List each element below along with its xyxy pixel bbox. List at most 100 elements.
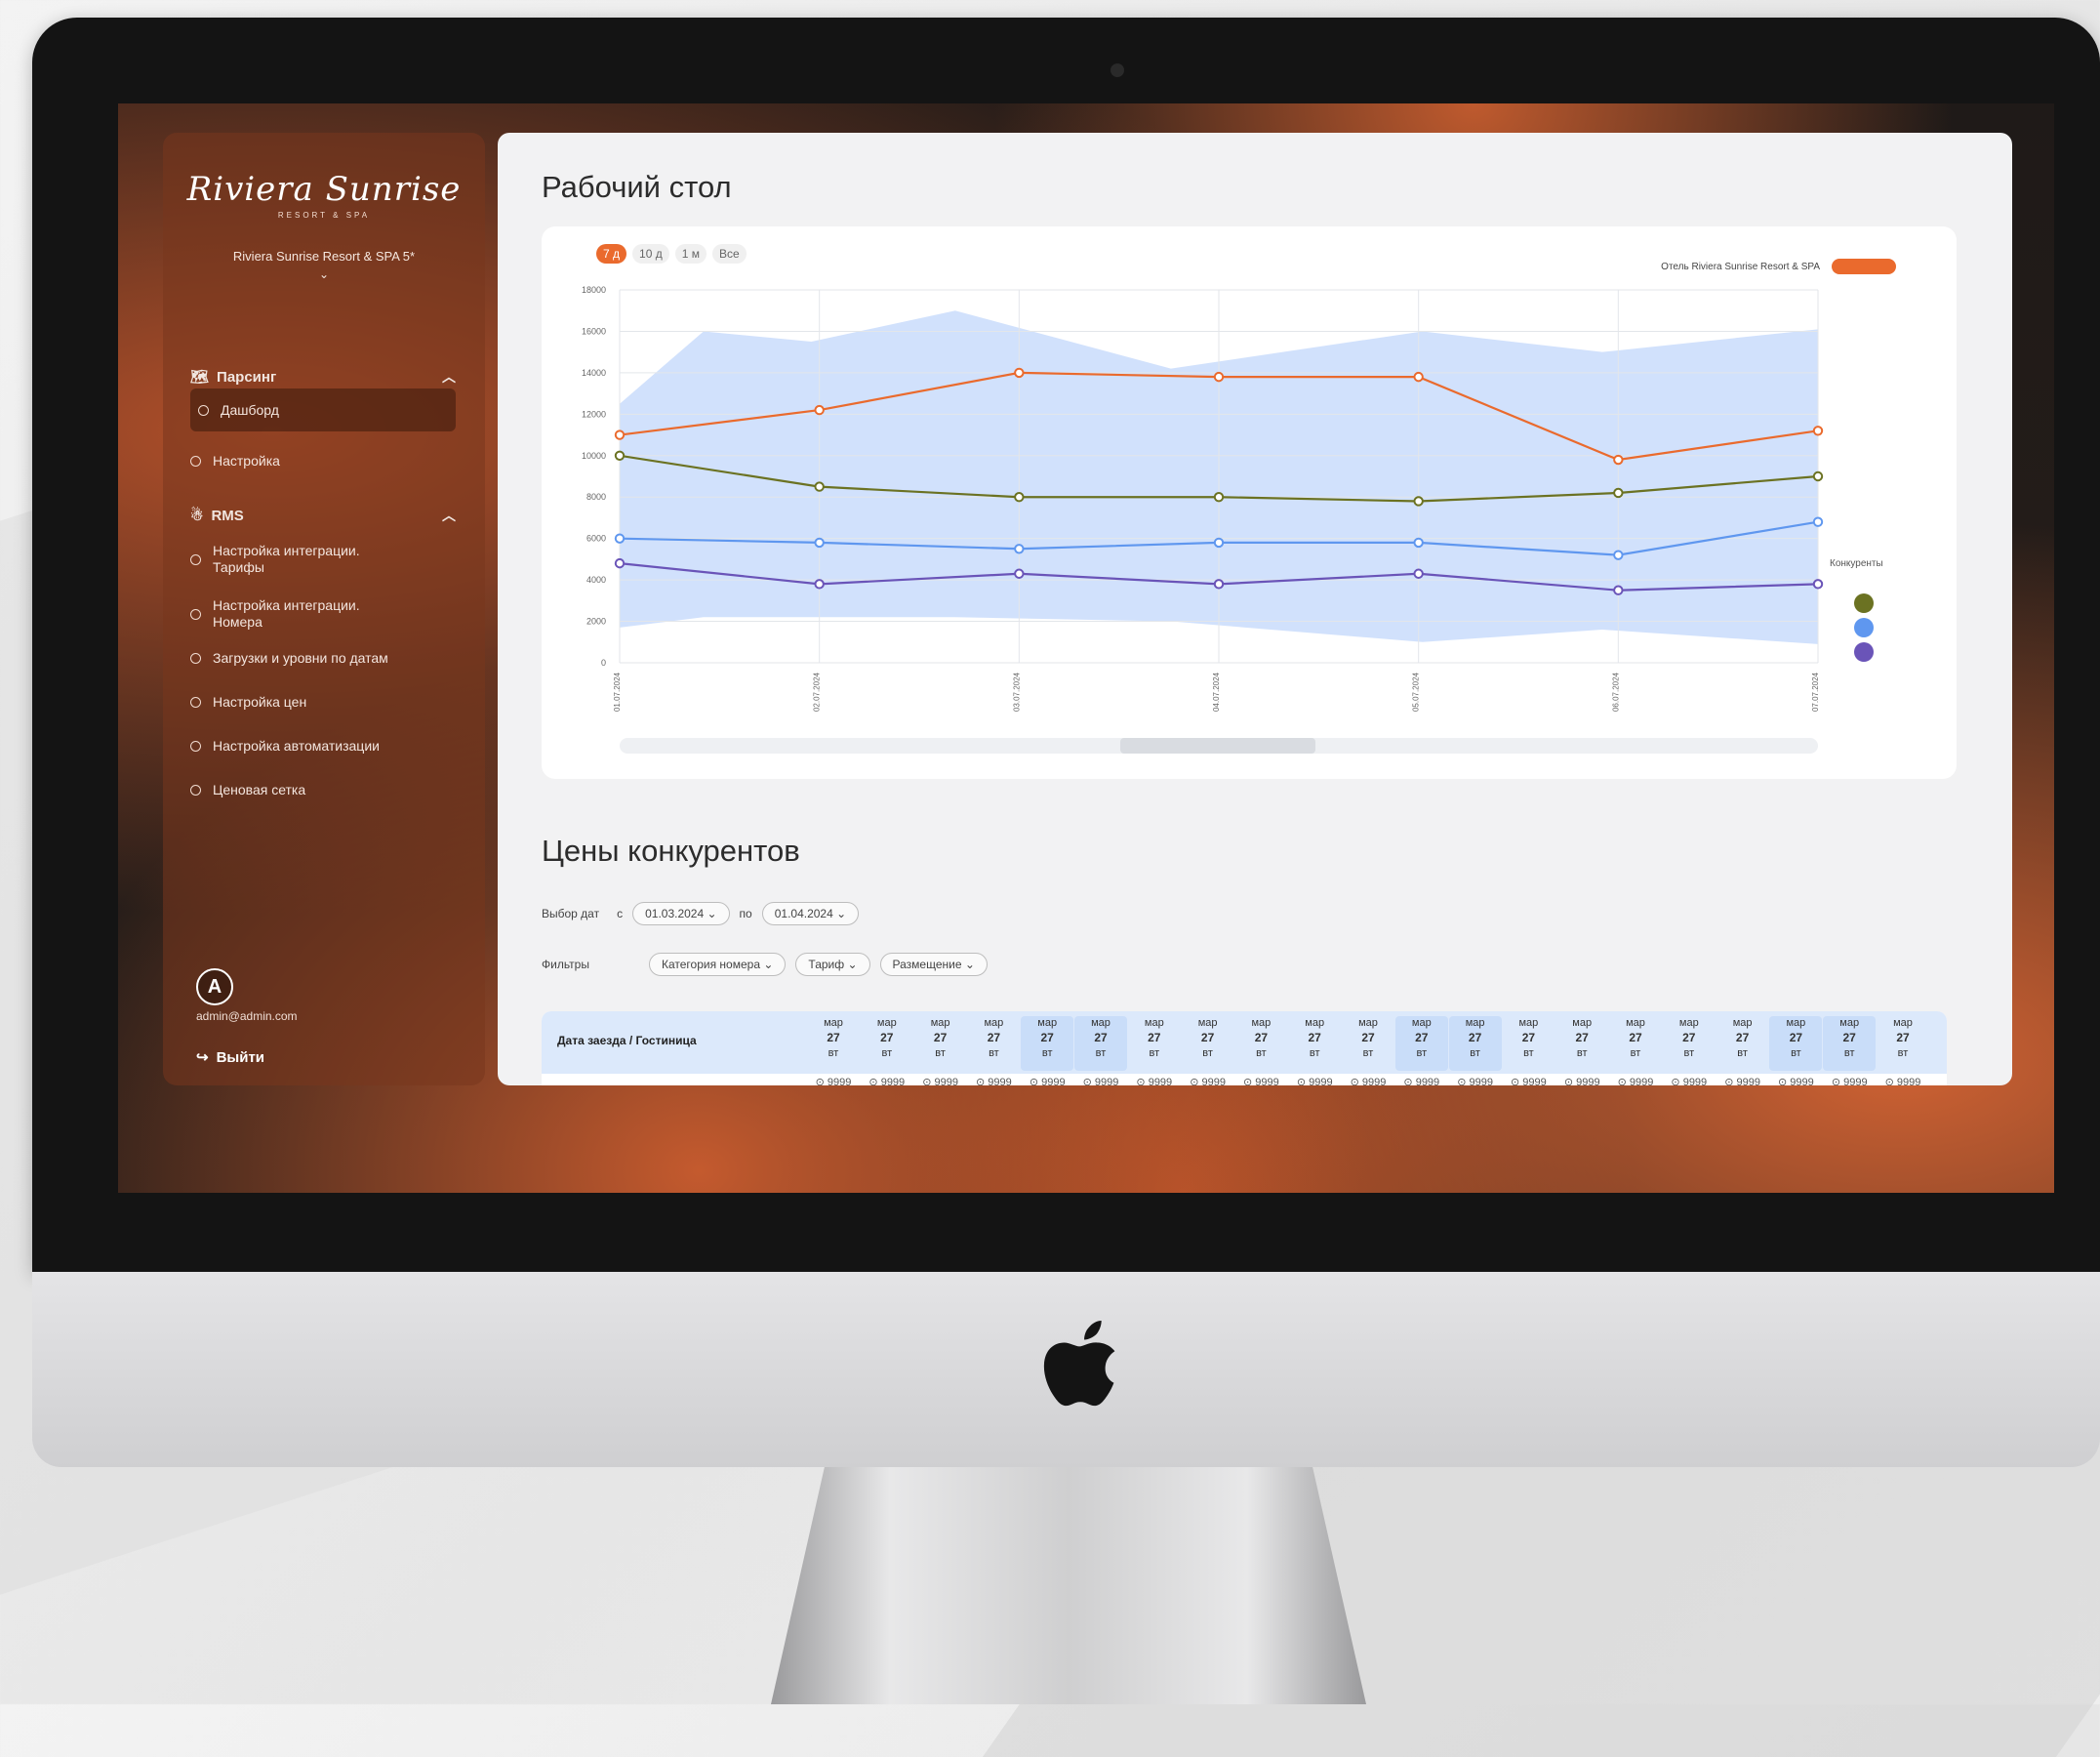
date-month: мар [1786, 1017, 1806, 1029]
filter-label: Размещение [892, 958, 962, 971]
series-point-2 [1014, 544, 1025, 554]
legend-competitor-3-dot[interactable] [1854, 642, 1874, 662]
date-month: мар [1839, 1017, 1860, 1029]
table-date-column[interactable]: мар 27 вт [1021, 1016, 1074, 1071]
date-day: 27 [933, 1031, 948, 1044]
date-weekday: вт [1683, 1047, 1695, 1059]
chart-scroll-thumb[interactable] [1120, 738, 1315, 754]
table-date-column[interactable]: мар 27 вт [1877, 1016, 1929, 1061]
price-cell: ⊙ 9999 [1029, 1077, 1066, 1085]
series-point-3 [1613, 585, 1624, 595]
table-date-column[interactable]: мар 27 вт [807, 1016, 860, 1061]
avatar[interactable]: A [196, 968, 233, 1005]
y-tick-label: 14000 [582, 368, 606, 378]
filters-label: Фильтры [542, 958, 589, 971]
series-point-1 [814, 481, 825, 492]
series-point-3 [1014, 568, 1025, 579]
series-point-1 [1413, 496, 1424, 507]
date-day: 27 [1200, 1031, 1215, 1044]
table-date-column[interactable]: мар 27 вт [1074, 1016, 1127, 1071]
table-date-column[interactable]: мар 27 вт [1128, 1016, 1181, 1061]
bullet-icon [190, 741, 201, 752]
series-point-3 [614, 557, 626, 569]
table-date-column[interactable]: мар 27 вт [1394, 1016, 1448, 1071]
chevron-up-icon: ︿ [442, 369, 456, 385]
chevron-down-icon: ⌄ [318, 267, 330, 281]
table-date-column[interactable]: мар 27 вт [967, 1016, 1020, 1061]
page-title: Рабочий стол [542, 170, 732, 204]
date-weekday: вт [1041, 1047, 1053, 1059]
x-tick-label: 06.07.2024 [1611, 672, 1620, 712]
camera-dot [1111, 63, 1124, 77]
sidebar-item-integration-rooms[interactable]: Настройка интеграции. Номера [190, 597, 454, 631]
legend-competitor-1-dot[interactable] [1854, 593, 1874, 613]
table-date-column[interactable]: мар 27 вт [1502, 1016, 1555, 1061]
table-date-column[interactable]: мар 27 вт [1448, 1016, 1502, 1071]
from-date-value: 01.03.2024 [645, 907, 705, 920]
series-point-2 [1213, 537, 1225, 549]
sidebar-item-settings[interactable]: Настройка [190, 453, 454, 470]
y-tick-label: 2000 [586, 617, 606, 627]
series-point-3 [1812, 579, 1824, 590]
filter-tariff[interactable]: Тариф ⌄ [795, 953, 870, 976]
sidebar-item-price-grid[interactable]: Ценовая сетка [190, 782, 454, 798]
sidebar-item-label: Настройка интеграции. Тарифы [213, 543, 360, 575]
sidebar-item-integration-tariffs[interactable]: Настройка интеграции. Тарифы [190, 543, 454, 576]
table-date-column[interactable]: мар 27 вт [1716, 1016, 1769, 1061]
table-date-column[interactable]: мар 27 вт [1182, 1016, 1234, 1061]
sidebar-item-dashboard[interactable]: Дашборд [190, 388, 456, 431]
filter-room-category[interactable]: Категория номера ⌄ [649, 953, 787, 976]
x-tick-label: 04.07.2024 [1212, 672, 1221, 712]
chart-scrollbar[interactable] [620, 738, 1818, 754]
date-weekday: вт [1202, 1047, 1213, 1059]
table-date-column[interactable]: мар 27 вт [861, 1016, 913, 1061]
sidebar-item-loads[interactable]: Загрузки и уровни по датам [190, 650, 454, 667]
section-title: Парсинг [217, 368, 277, 386]
date-month: мар [1037, 1017, 1058, 1029]
table-date-column[interactable]: мар 27 вт [1288, 1016, 1341, 1061]
sidebar-item-label: Настройка [213, 453, 280, 469]
series-point-2 [1413, 537, 1424, 549]
date-month: мар [1197, 1017, 1218, 1029]
price-cell: ⊙ 9999 [1296, 1077, 1333, 1085]
table-date-column[interactable]: мар 27 вт [1769, 1016, 1823, 1071]
hotel-selector[interactable]: Riviera Sunrise Resort & SPA 5* ⌄ [163, 249, 485, 281]
sidebar-item-automation[interactable]: Настройка автоматизации [190, 738, 454, 755]
filter-label: Категория номера [662, 958, 761, 971]
date-weekday: вт [1630, 1047, 1641, 1059]
table-date-column[interactable]: мар 27 вт [1609, 1016, 1662, 1061]
section-parsing[interactable]: 🗺 Парсинг ︿ [190, 367, 456, 387]
screen: Riviera Sunrise RESORT & SPA Riviera Sun… [118, 103, 2054, 1193]
x-tick-label: 05.07.2024 [1412, 672, 1421, 712]
legend-competitor-2-dot[interactable] [1854, 618, 1874, 637]
table-date-column[interactable]: мар 27 вт [1555, 1016, 1608, 1061]
bullet-icon [190, 785, 201, 796]
sidebar-item-prices[interactable]: Настройка цен [190, 694, 454, 711]
monitor-stand [771, 1467, 1366, 1704]
filter-accommodation[interactable]: Размещение ⌄ [879, 953, 988, 976]
table-date-column[interactable]: мар 27 вт [1663, 1016, 1716, 1061]
date-day: 27 [1468, 1031, 1482, 1044]
section-rms[interactable]: ☃ RMS ︿ [190, 506, 456, 525]
date-month: мар [824, 1017, 843, 1029]
table-date-column[interactable]: мар 27 вт [1342, 1016, 1394, 1061]
date-day: 27 [1094, 1031, 1108, 1044]
filters-row: Фильтры Категория номера ⌄ Тариф ⌄ Разме… [542, 953, 988, 976]
to-date-select[interactable]: 01.04.2024 ⌄ [761, 902, 860, 925]
logout-button[interactable]: ↪ Выйти [196, 1048, 264, 1067]
date-month: мар [930, 1017, 950, 1029]
date-month: мар [1893, 1017, 1913, 1029]
table-date-column[interactable]: мар 27 вт [1234, 1016, 1287, 1061]
series-point-2 [1812, 516, 1824, 527]
from-date-select[interactable]: 01.03.2024 ⌄ [632, 902, 730, 925]
section-title-competitors: Цены конкурентов [542, 834, 800, 868]
table-date-column[interactable]: мар 27 вт [1823, 1016, 1877, 1071]
date-month: мар [1626, 1017, 1645, 1029]
section-title: RMS [211, 507, 244, 524]
date-weekday: вт [828, 1047, 839, 1059]
table-date-column[interactable]: мар 27 вт [914, 1016, 967, 1061]
date-month: мар [1251, 1017, 1272, 1029]
date-day: 27 [1040, 1031, 1054, 1044]
y-tick-label: 8000 [586, 492, 606, 502]
x-tick-label: 02.07.2024 [813, 672, 822, 712]
